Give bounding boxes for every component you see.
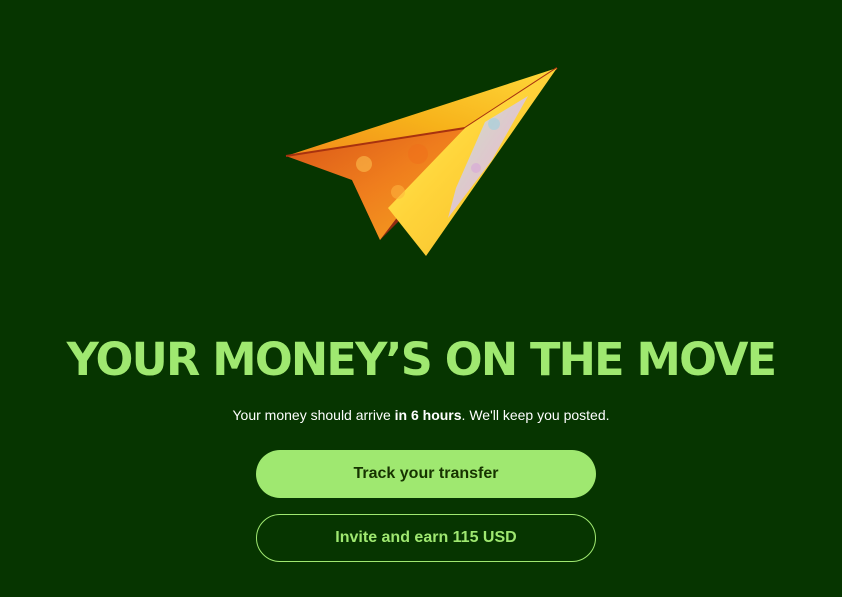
invite-and-earn-button-label: Invite and earn 115 USD xyxy=(335,529,517,546)
paper-plane-icon xyxy=(285,67,558,256)
arrival-time: in 6 hours xyxy=(394,407,462,423)
transfer-confirmation-screen: YOUR MONEY’S ON THE MOVE Your money shou… xyxy=(0,0,842,597)
track-transfer-button-label: Track your transfer xyxy=(353,465,499,482)
arrival-message-prefix: Your money should arrive xyxy=(232,407,395,423)
invite-and-earn-button[interactable]: Invite and earn 115 USD xyxy=(256,514,596,562)
track-transfer-button[interactable]: Track your transfer xyxy=(256,450,596,498)
arrival-message: Your money should arrive in 6 hours. We'… xyxy=(0,405,842,425)
arrival-message-suffix: . We'll keep you posted. xyxy=(461,407,610,423)
page-title: YOUR MONEY’S ON THE MOVE xyxy=(66,333,777,386)
